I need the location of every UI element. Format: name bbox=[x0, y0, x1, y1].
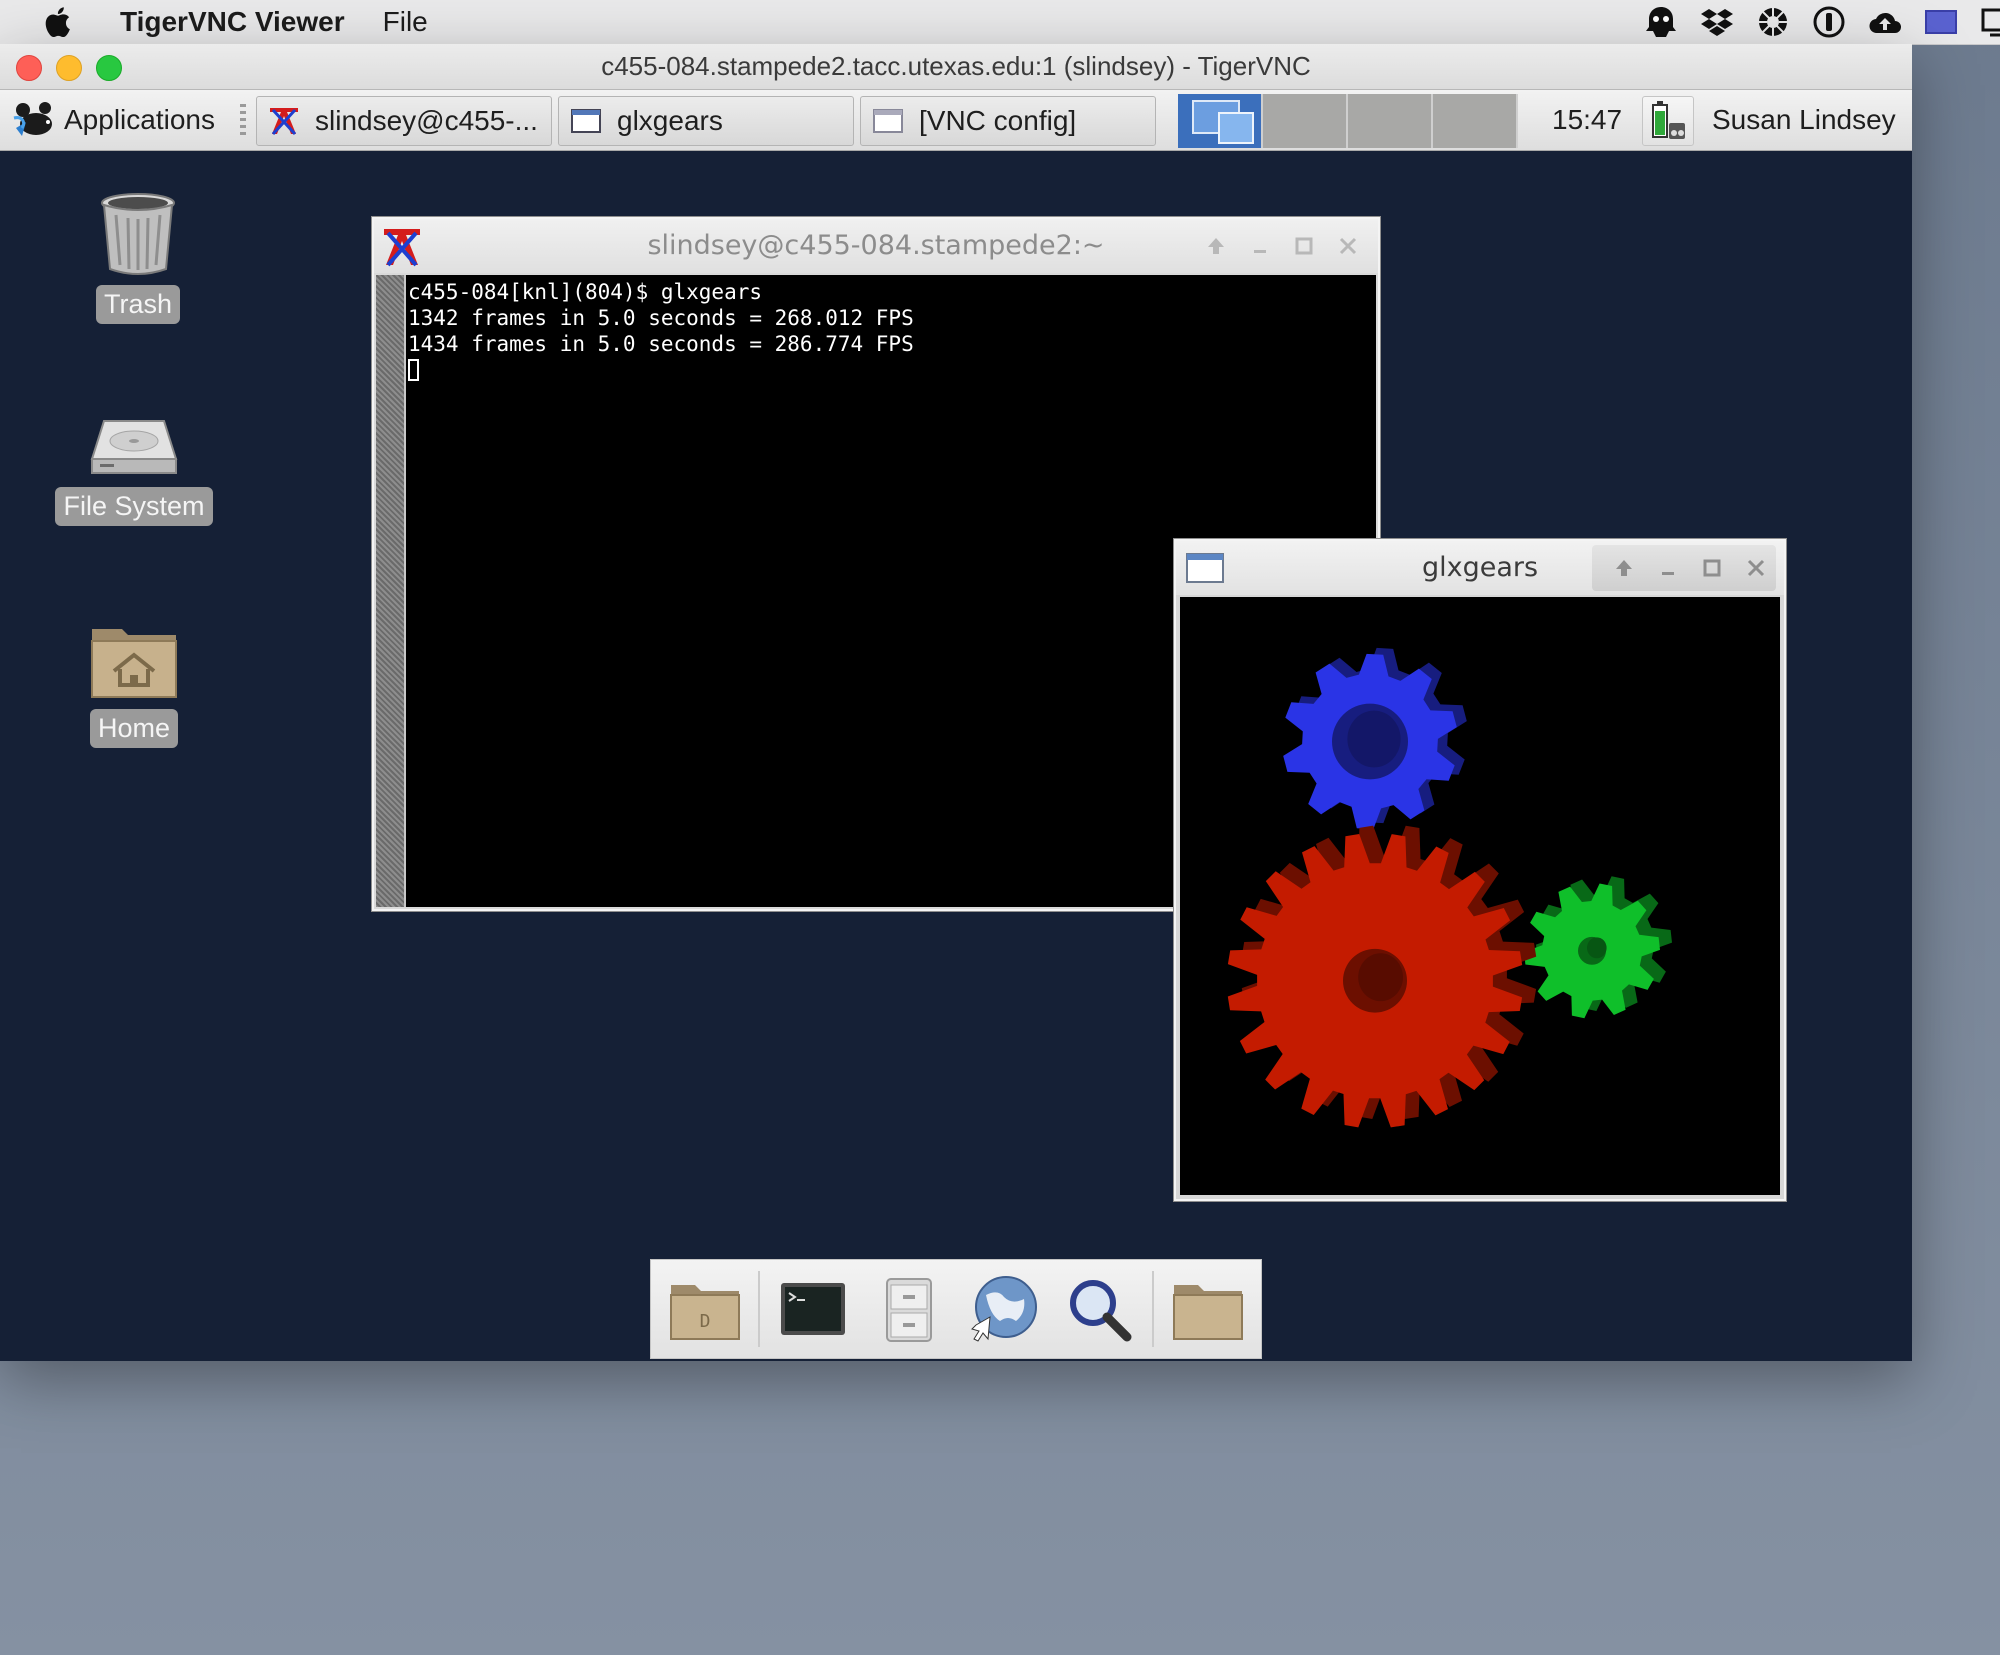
vnc-titlebar[interactable]: c455-084.stampede2.tacc.utexas.edu:1 (sl… bbox=[0, 44, 1912, 90]
xfce-dock: D bbox=[650, 1259, 1262, 1359]
taskbar-item-label: [VNC config] bbox=[919, 105, 1077, 136]
terminal-output: c455-084[knl](804)$ glxgears 1342 frames … bbox=[406, 275, 914, 907]
desktop-icon-trash[interactable]: Trash bbox=[88, 191, 188, 324]
dock-separator bbox=[1152, 1271, 1155, 1347]
gear-hole bbox=[1587, 937, 1607, 959]
xfce-mouse-icon bbox=[13, 102, 52, 136]
glxgears-window-buttons bbox=[1592, 545, 1776, 591]
taskbar-item-label: glxgears bbox=[617, 105, 723, 136]
terminal-line: 1434 frames in 5.0 seconds = 286.774 FPS bbox=[408, 332, 914, 356]
applications-label: Applications bbox=[64, 104, 215, 135]
minimize-button[interactable] bbox=[1244, 230, 1276, 262]
terminal-icon[interactable] bbox=[772, 1267, 855, 1351]
window-icon bbox=[871, 104, 905, 138]
vnc-window: c455-084.stampede2.tacc.utexas.edu:1 (sl… bbox=[0, 44, 1912, 1361]
taskbar-item-xterm[interactable]: slindsey@c455-... bbox=[256, 96, 552, 146]
xfce-panel: Applications slindsey@c455-... glxgears … bbox=[0, 90, 1912, 151]
glxgears-titlebar[interactable]: glxgears bbox=[1176, 541, 1784, 595]
desktop-icon-label: File System bbox=[55, 487, 213, 526]
desktop-icon-label: Home bbox=[89, 709, 179, 748]
applications-menu-button[interactable]: Applications bbox=[12, 98, 215, 142]
workspace-4[interactable] bbox=[1433, 94, 1518, 148]
shade-button[interactable] bbox=[1608, 552, 1640, 584]
terminal-line: c455-084[knl](804)$ glxgears bbox=[408, 280, 763, 304]
power-manager-icon[interactable] bbox=[1642, 96, 1694, 146]
mac-menu-file[interactable]: File bbox=[383, 6, 428, 38]
aperture-icon[interactable] bbox=[1756, 5, 1790, 39]
dock-separator bbox=[758, 1271, 760, 1347]
maximize-button[interactable] bbox=[1288, 230, 1320, 262]
window-zoom-button[interactable] bbox=[96, 55, 122, 81]
xterm-logo-icon[interactable] bbox=[380, 225, 424, 269]
xterm-window-buttons bbox=[1188, 219, 1364, 273]
minimize-button[interactable] bbox=[1652, 552, 1684, 584]
ghost-icon[interactable] bbox=[1644, 5, 1678, 39]
panel-clock[interactable]: 15:47 bbox=[1552, 90, 1622, 150]
taskbar-item-glxgears[interactable]: glxgears bbox=[558, 96, 854, 146]
red-gear bbox=[1227, 825, 1537, 1128]
mac-status-tray bbox=[1644, 0, 2000, 44]
terminal-cursor bbox=[408, 359, 419, 381]
desktop-icon-label: Trash bbox=[95, 285, 180, 324]
desktop-icon-file-system[interactable]: File System bbox=[50, 415, 218, 526]
close-button[interactable] bbox=[1332, 230, 1364, 262]
taskbar-item-vnc-config[interactable]: [VNC config] bbox=[860, 96, 1156, 146]
hard-drive-icon bbox=[90, 415, 178, 479]
folder-icon[interactable] bbox=[1166, 1267, 1249, 1351]
home-folder-icon bbox=[90, 621, 178, 701]
desktop-icon-home[interactable]: Home bbox=[82, 621, 186, 748]
xterm-icon bbox=[267, 104, 301, 138]
vnc-window-title: c455-084.stampede2.tacc.utexas.edu:1 (sl… bbox=[601, 51, 1311, 81]
window-close-button[interactable] bbox=[16, 55, 42, 81]
gear-hole bbox=[1358, 953, 1403, 1002]
blue-gear bbox=[1283, 647, 1467, 830]
downloads-folder-icon[interactable]: D bbox=[663, 1267, 746, 1351]
glxgears-window[interactable]: glxgears bbox=[1174, 539, 1786, 1201]
mac-app-name[interactable]: TigerVNC Viewer bbox=[120, 6, 345, 38]
panel-user-name[interactable]: Susan Lindsey bbox=[1712, 90, 1896, 150]
taskbar-item-label: slindsey@c455-... bbox=[315, 105, 538, 136]
window-minimize-button[interactable] bbox=[56, 55, 82, 81]
close-button[interactable] bbox=[1740, 552, 1772, 584]
search-icon[interactable] bbox=[1057, 1267, 1140, 1351]
window-icon bbox=[569, 104, 603, 138]
workspace-3[interactable] bbox=[1348, 94, 1433, 148]
screen-mirror-icon[interactable] bbox=[1980, 5, 2000, 39]
password-icon[interactable] bbox=[1812, 5, 1846, 39]
xfce-desktop: Trash File System Home slindsey@c455-084… bbox=[0, 151, 1912, 1361]
xterm-title: slindsey@c455-084.stampede2:~ bbox=[647, 230, 1105, 261]
svg-text:D: D bbox=[699, 1311, 710, 1332]
dropbox-icon[interactable] bbox=[1700, 5, 1734, 39]
mac-menubar: TigerVNC Viewer File bbox=[0, 0, 2000, 45]
workspace-1[interactable] bbox=[1178, 94, 1263, 148]
shade-button[interactable] bbox=[1200, 230, 1232, 262]
glxgears-canvas[interactable] bbox=[1180, 597, 1780, 1195]
workspace-2[interactable] bbox=[1263, 94, 1348, 148]
window-icon[interactable] bbox=[1186, 553, 1224, 583]
xterm-titlebar[interactable]: slindsey@c455-084.stampede2:~ bbox=[374, 219, 1378, 273]
gear-hole bbox=[1347, 710, 1401, 768]
terminal-line: 1342 frames in 5.0 seconds = 268.012 FPS bbox=[408, 306, 914, 330]
apple-menu-icon[interactable] bbox=[42, 6, 72, 38]
file-cabinet-icon[interactable] bbox=[867, 1267, 950, 1351]
web-browser-icon[interactable] bbox=[962, 1267, 1045, 1351]
workspace-switcher bbox=[1178, 94, 1518, 148]
display-icon[interactable] bbox=[1924, 5, 1958, 39]
panel-separator bbox=[240, 104, 246, 136]
cloud-upload-icon[interactable] bbox=[1868, 5, 1902, 39]
green-gear bbox=[1524, 876, 1672, 1019]
maximize-button[interactable] bbox=[1696, 552, 1728, 584]
xterm-scrollbar[interactable] bbox=[376, 275, 406, 907]
trash-icon bbox=[98, 191, 178, 277]
glxgears-title: glxgears bbox=[1421, 552, 1539, 583]
